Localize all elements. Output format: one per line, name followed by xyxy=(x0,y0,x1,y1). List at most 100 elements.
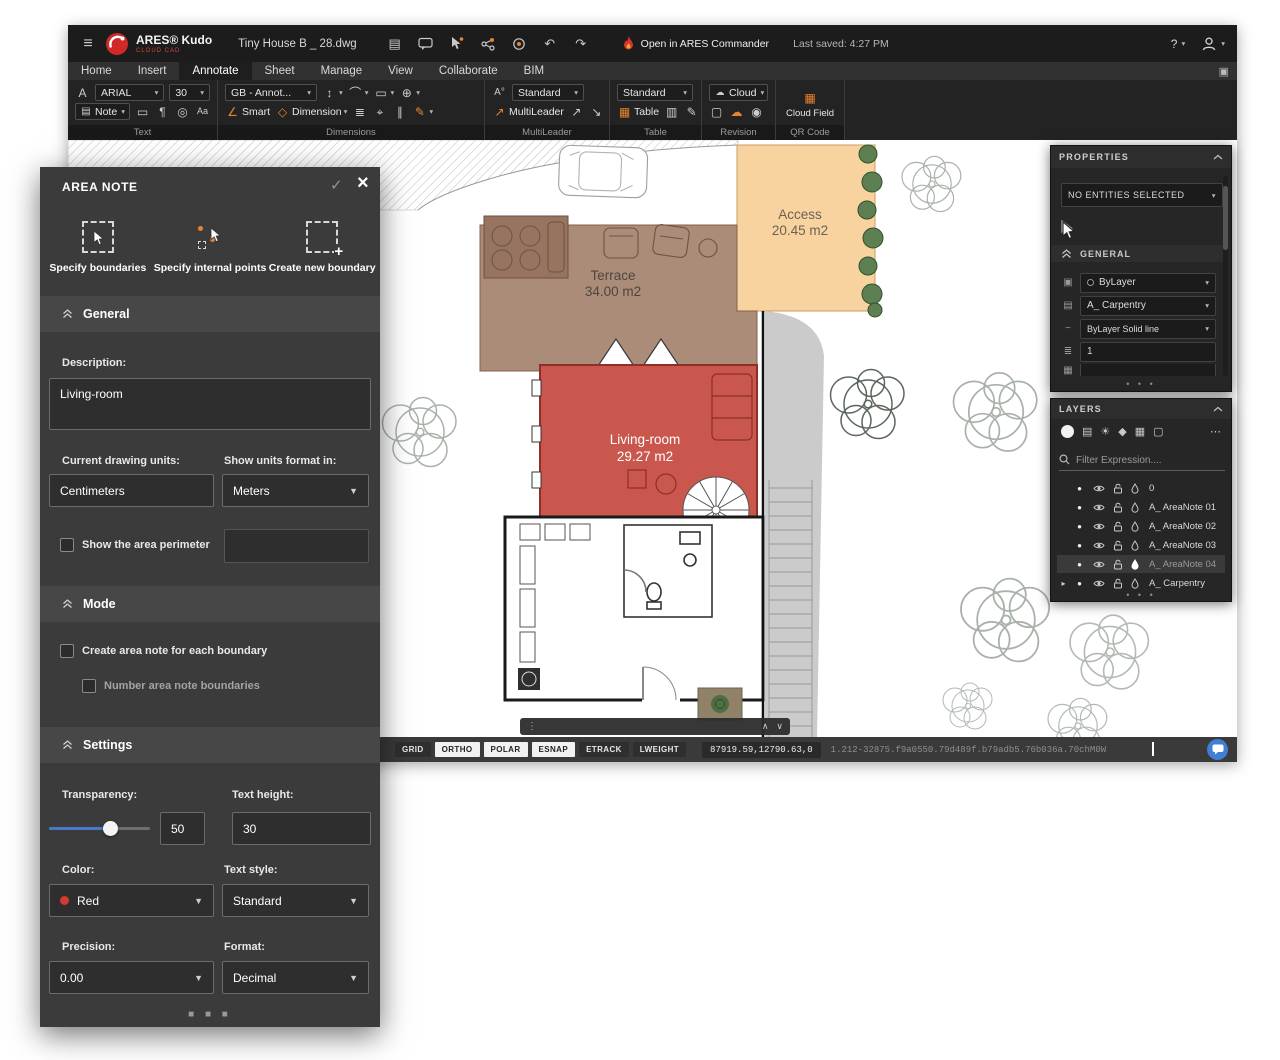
layer-settings-icon[interactable]: ▢ xyxy=(1153,425,1163,438)
stamp-icon[interactable] xyxy=(511,36,527,52)
find-text-icon[interactable]: ◎ xyxy=(175,103,190,120)
table-edit-icon[interactable]: ✎ xyxy=(684,103,699,120)
layer-row-selected[interactable]: ● A_ AreaNote 04 xyxy=(1057,555,1225,573)
color-select[interactable]: Red▼ xyxy=(49,884,214,917)
property-select[interactable] xyxy=(1080,364,1216,376)
layer-row[interactable]: ● A_ AreaNote 03 xyxy=(1057,536,1225,554)
font-select[interactable]: ARIAL▾ xyxy=(95,84,164,101)
text-field-icon[interactable]: ▭ xyxy=(135,103,150,120)
lock-icon[interactable] xyxy=(1108,578,1127,589)
layer-preview-icon[interactable]: ▦ xyxy=(1135,425,1145,438)
transparency-droplet-icon[interactable] xyxy=(1127,483,1143,494)
revision-cloud-icon[interactable]: ☁ xyxy=(729,103,744,120)
visibility-eye-icon[interactable] xyxy=(1089,541,1108,550)
dialog-resize-dots[interactable]: ■ ■ ■ xyxy=(40,1009,380,1020)
transparency-slider-thumb[interactable] xyxy=(103,821,118,836)
toggle-lweight[interactable]: LWEIGHT xyxy=(633,742,686,757)
transparency-droplet-icon[interactable] xyxy=(1127,521,1143,532)
support-chat-button[interactable] xyxy=(1207,739,1228,760)
dimension-style-select[interactable]: GB - Annot...▾ xyxy=(225,84,317,101)
isolate-layer-icon[interactable]: ◆ xyxy=(1118,425,1126,438)
new-layer-icon[interactable] xyxy=(1061,425,1074,438)
undo-icon[interactable]: ↶ xyxy=(542,36,558,52)
text-style-select[interactable]: Standard▼ xyxy=(222,884,369,917)
help-menu[interactable]: ?▾ xyxy=(1171,37,1185,51)
properties-general-header[interactable]: GENERAL xyxy=(1051,245,1225,262)
each-boundary-checkbox[interactable] xyxy=(60,644,74,658)
mleader-style-select[interactable]: Standard▾ xyxy=(512,84,584,101)
visibility-eye-ic on[interactable] xyxy=(1089,484,1108,493)
layer-row[interactable]: ● 0 xyxy=(1057,479,1225,497)
lock-icon[interactable] xyxy=(1108,559,1127,570)
transparency-droplet-icon[interactable] xyxy=(1127,540,1143,551)
mode-section-header[interactable]: Mode xyxy=(40,586,380,622)
format-select[interactable]: Decimal▼ xyxy=(222,961,369,994)
description-input[interactable]: Living-room xyxy=(49,378,371,430)
tab-insert[interactable]: Insert xyxy=(125,62,180,80)
revision-rect-icon[interactable]: ▢ xyxy=(709,103,724,120)
remove-leader-icon[interactable]: ↘ xyxy=(589,103,604,120)
precision-select[interactable]: 0.00▼ xyxy=(49,961,214,994)
comments-icon[interactable] xyxy=(418,36,434,52)
oblique-icon[interactable]: ∥ xyxy=(392,103,407,120)
collapse-icon[interactable] xyxy=(1213,152,1223,162)
thaw-all-icon[interactable]: ☀ xyxy=(1100,425,1110,438)
lock-icon[interactable] xyxy=(1108,502,1127,513)
units-format-select[interactable]: Meters▼ xyxy=(222,474,369,507)
toggle-esnap[interactable]: ESNAP xyxy=(532,742,576,757)
visibility-eye-icon[interactable] xyxy=(1089,522,1108,531)
dimension-button[interactable]: ◇Dimension▾ xyxy=(275,103,347,120)
create-new-boundary-tool[interactable]: + Create new boundary xyxy=(266,221,378,274)
multileader-button[interactable]: ↗MultiLeader xyxy=(492,103,564,120)
drawing-units-input[interactable]: Centimeters xyxy=(49,474,214,507)
layer-states-icon[interactable]: ▤ xyxy=(1082,425,1092,438)
panel-resize-dots[interactable]: • • • xyxy=(1051,590,1231,600)
tab-collaborate[interactable]: Collaborate xyxy=(426,62,511,80)
lock-icon[interactable] xyxy=(1108,521,1127,532)
show-perimeter-checkbox[interactable] xyxy=(60,538,74,552)
general-section-header[interactable]: General xyxy=(40,296,380,332)
layer-property-select[interactable]: A_ Carpentry▾ xyxy=(1080,296,1216,316)
expand-command-icon[interactable]: ∧ xyxy=(762,721,769,732)
panel-resize-dots[interactable]: • • • xyxy=(1051,379,1231,389)
lock-icon[interactable] xyxy=(1108,483,1127,494)
text-case-icon[interactable]: Aa xyxy=(195,103,210,120)
tab-view[interactable]: View xyxy=(375,62,426,80)
drag-grip-icon[interactable]: ⋮ xyxy=(527,721,537,732)
paragraph-icon[interactable]: ¶ xyxy=(155,103,170,120)
tab-bim[interactable]: BIM xyxy=(511,62,557,80)
scrollbar-thumb[interactable] xyxy=(1223,186,1228,250)
tolerance-icon[interactable]: ⌖ xyxy=(372,103,387,120)
table-export-icon[interactable]: ▥ xyxy=(664,103,679,120)
transparency-droplet-icon[interactable] xyxy=(1127,559,1143,570)
layer-status-icon[interactable]: ● xyxy=(1070,560,1089,569)
center-mark-button[interactable]: ⊕▾ xyxy=(399,84,420,101)
linear-dimension-button[interactable]: ↕▾ xyxy=(322,84,343,101)
layer-row[interactable]: ● A_ AreaNote 02 xyxy=(1057,517,1225,535)
account-menu[interactable]: ▾ xyxy=(1201,36,1225,52)
tab-manage[interactable]: Manage xyxy=(308,62,376,80)
visibility-eye-icon[interactable] xyxy=(1089,503,1108,512)
collapse-icon[interactable] xyxy=(1213,404,1223,414)
lineweight-property-input[interactable]: 1 xyxy=(1080,342,1216,362)
transparency-droplet-icon[interactable] xyxy=(1127,502,1143,513)
layer-status-icon[interactable]: ● xyxy=(1070,503,1089,512)
layer-row[interactable]: ● A_ AreaNote 01 xyxy=(1057,498,1225,516)
layer-status-icon[interactable]: ● xyxy=(1070,484,1089,493)
tab-sheet[interactable]: Sheet xyxy=(252,62,308,80)
tab-annotate[interactable]: Annotate xyxy=(179,62,251,80)
transparency-droplet-icon[interactable] xyxy=(1127,578,1143,589)
share-icon[interactable] xyxy=(480,36,496,52)
panels-icon[interactable]: ▤ xyxy=(387,36,403,52)
revision-mark-icon[interactable]: ◉ xyxy=(749,103,764,120)
note-button[interactable]: ▤Note▾ xyxy=(75,103,130,120)
ribbon-collapse-icon[interactable]: ▣ xyxy=(1219,65,1229,78)
toggle-polar[interactable]: POLAR xyxy=(484,742,528,757)
perimeter-value-input[interactable] xyxy=(224,529,369,563)
properties-header[interactable]: PROPERTIES xyxy=(1051,146,1231,168)
layer-filter-input[interactable]: Filter Expression.... xyxy=(1059,451,1225,471)
toggle-ortho[interactable]: ORTHO xyxy=(435,742,480,757)
options-command-icon[interactable]: ∨ xyxy=(776,721,783,732)
cloud-field-button[interactable]: ▦ Cloud Field xyxy=(783,90,837,119)
font-size-select[interactable]: 30▾ xyxy=(169,84,210,101)
